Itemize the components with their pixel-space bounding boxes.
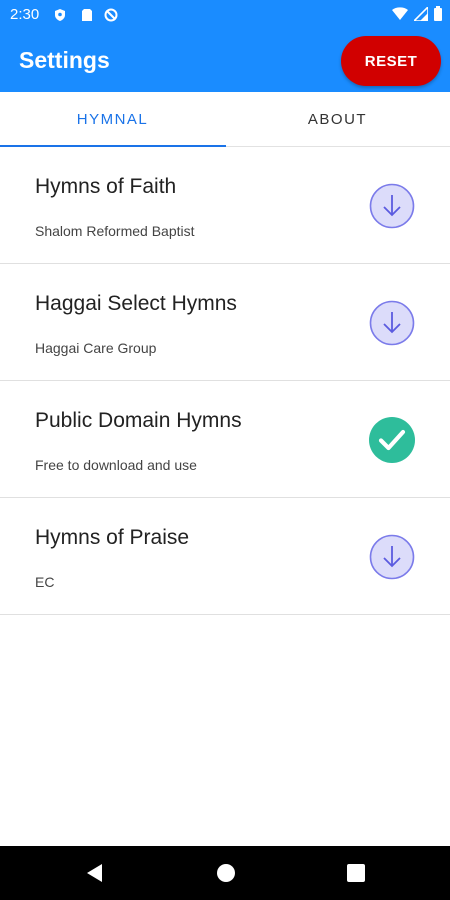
signal-icon [414,6,428,21]
sync-off-icon [104,8,118,22]
hymnal-subtitle: Shalom Reformed Baptist [35,223,195,239]
tab-about[interactable]: ABOUT [225,92,450,146]
list-item[interactable]: Public Domain Hymns Free to download and… [0,381,450,498]
download-icon[interactable] [369,183,415,229]
hymnal-subtitle: Free to download and use [35,457,197,473]
recents-icon[interactable] [344,861,368,885]
reset-button[interactable]: RESET [341,36,441,86]
hymnal-title: Hymns of Faith [35,175,177,198]
wifi-icon [392,6,408,20]
list-item[interactable]: Haggai Select Hymns Haggai Care Group [0,264,450,381]
list-item[interactable]: Hymns of Praise EC [0,498,450,615]
status-bar: 2:30 [0,0,450,30]
check-icon[interactable] [369,417,415,463]
hymnal-title: Hymns of Praise [35,526,190,549]
battery-icon [434,6,442,21]
hymnal-subtitle: EC [35,574,55,590]
status-time: 2:30 [10,6,40,23]
hymnal-title: Public Domain Hymns [35,409,242,432]
app-bar: 2:30 Settings RESET [0,0,450,92]
back-icon[interactable] [83,861,107,885]
shield-icon [55,9,65,21]
hymnal-title: Haggai Select Hymns [35,292,237,315]
hymnal-list: Hymns of Faith Shalom Reformed Baptist H… [0,147,450,615]
home-icon[interactable] [214,861,238,885]
system-nav-bar [0,846,450,900]
sim-icon [82,9,92,21]
tab-bar: HYMNAL ABOUT [0,92,450,147]
page-title: Settings [19,47,110,73]
list-item[interactable]: Hymns of Faith Shalom Reformed Baptist [0,147,450,264]
hymnal-subtitle: Haggai Care Group [35,340,157,356]
tab-hymnal[interactable]: HYMNAL [0,92,225,146]
download-icon[interactable] [369,534,415,580]
download-icon[interactable] [369,300,415,346]
